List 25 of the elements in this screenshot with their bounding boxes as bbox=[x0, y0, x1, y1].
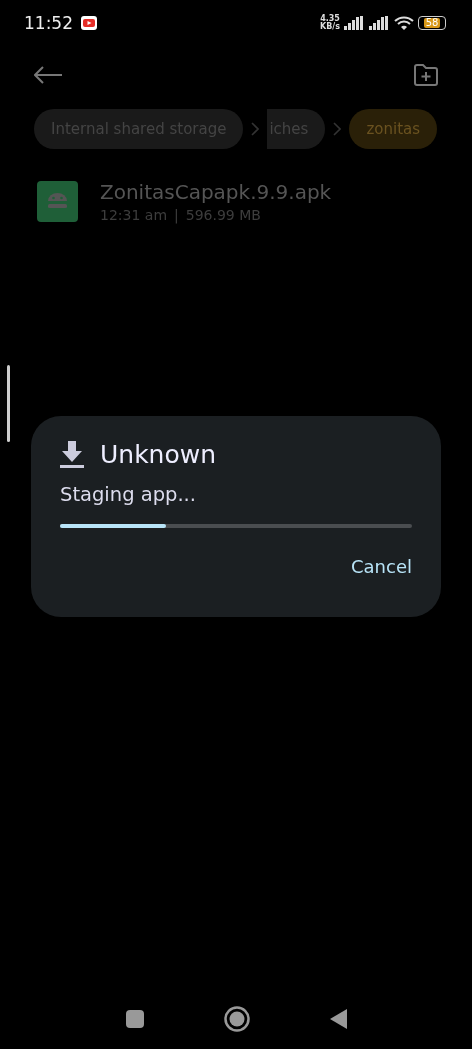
clock: 11:52 bbox=[24, 13, 73, 33]
file-time: 12:31 am bbox=[100, 206, 167, 223]
network-speed: 4.35 bbox=[320, 15, 340, 23]
back-button[interactable] bbox=[329, 1009, 347, 1029]
home-button[interactable] bbox=[223, 1006, 250, 1032]
dialog-message: Staging app... bbox=[60, 483, 197, 506]
recents-button[interactable] bbox=[125, 1010, 144, 1028]
dialog-title: Unknown bbox=[100, 440, 217, 469]
new-folder-icon[interactable] bbox=[414, 64, 438, 86]
file-size: 596.99 MB bbox=[185, 206, 261, 223]
chevron-icon bbox=[333, 122, 342, 136]
download-icon bbox=[60, 440, 84, 469]
back-arrow-icon[interactable] bbox=[34, 66, 62, 84]
network-unit: KB/s bbox=[320, 23, 340, 31]
file-name[interactable]: ZonitasCapapk.9.9.apk bbox=[100, 179, 332, 204]
signal-icon bbox=[369, 16, 389, 30]
separator-text: | bbox=[174, 206, 179, 223]
breadcrumb[interactable]: zonitas bbox=[349, 109, 438, 149]
signal-icon bbox=[344, 16, 364, 30]
battery-level: 58 bbox=[423, 18, 441, 28]
android-file-icon bbox=[37, 180, 78, 222]
video-app-icon bbox=[81, 16, 97, 30]
chevron-icon bbox=[251, 122, 260, 136]
wifi-icon bbox=[394, 15, 414, 31]
cancel-button[interactable]: Cancel bbox=[351, 552, 412, 581]
